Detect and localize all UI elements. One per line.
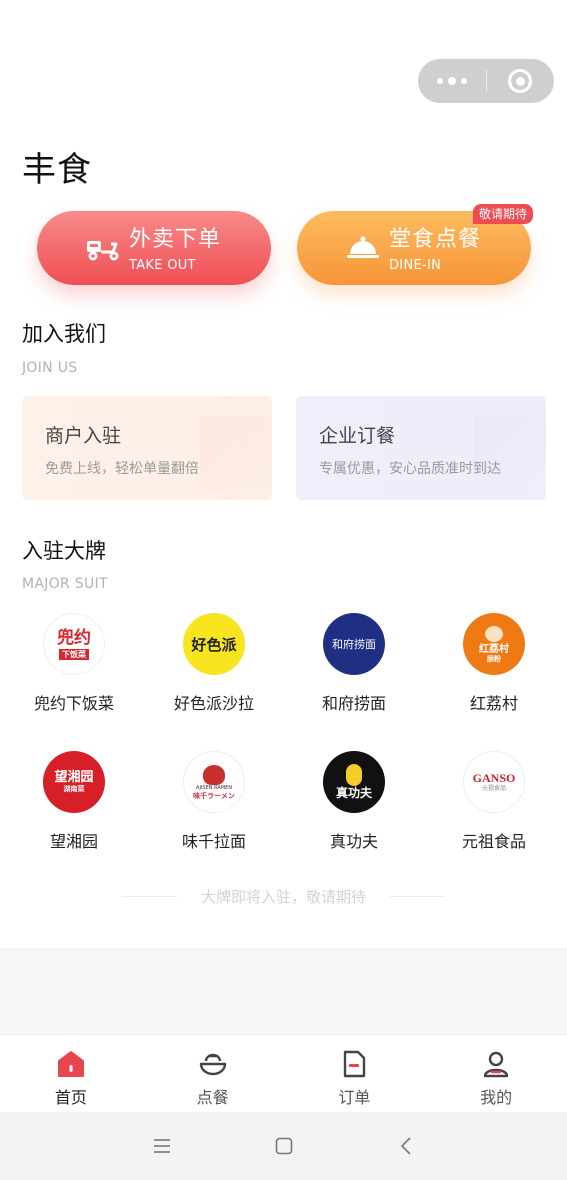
more-menu-button[interactable] <box>418 77 486 85</box>
square-icon <box>275 1137 292 1155</box>
card-decoration <box>200 416 272 490</box>
brand-logo: 兜约 下饭菜 <box>43 613 105 675</box>
merchant-card-title: 商户入驻 <box>45 425 122 447</box>
brand-logo: 好色派 <box>183 613 245 675</box>
brand-name: 兜约下饭菜 <box>33 694 114 713</box>
takeout-label: 外卖下单 <box>129 227 222 252</box>
user-icon <box>483 1051 509 1078</box>
brand-name: 味千拉面 <box>181 832 246 851</box>
tab-orders[interactable]: 订单 <box>284 1035 426 1112</box>
merchant-join-card[interactable]: 商户入驻 免费上线，轻松单量翻倍 <box>22 396 272 500</box>
brand-item[interactable]: 和府捞面 和府捞面 <box>284 613 424 714</box>
mascot-icon <box>203 764 225 785</box>
brand-name: 真功夫 <box>329 832 378 851</box>
brand-logo: GANSO 元祖食品 <box>463 751 525 813</box>
divider-line <box>121 896 177 897</box>
brand-item[interactable]: 兜约 下饭菜 兜约下饭菜 <box>4 613 144 714</box>
back-button[interactable] <box>395 1135 417 1157</box>
enterprise-order-card[interactable]: 企业订餐 专属优惠，安心品质准时到达 <box>296 396 546 500</box>
miniprogram-capsule <box>418 59 554 103</box>
tab-label: 首页 <box>54 1088 87 1107</box>
recent-apps-button[interactable] <box>151 1135 173 1157</box>
bowl-icon <box>199 1053 226 1076</box>
tab-label: 点餐 <box>196 1088 229 1107</box>
content-bottom-padding <box>0 948 567 1034</box>
footer-note-text: 大牌即将入驻，敬请期待 <box>200 888 366 906</box>
menu-icon <box>153 1139 170 1153</box>
scooter-icon <box>87 241 119 261</box>
brand-logo: 真功夫 <box>323 751 385 813</box>
brand-logo: 望湘园 湖南菜 <box>43 751 105 813</box>
dinein-label: 堂食点餐 <box>389 227 482 252</box>
brand-logo: 和府捞面 <box>323 613 385 675</box>
merchant-card-desc: 免费上线，轻松单量翻倍 <box>45 461 199 477</box>
system-navigation-bar <box>0 1112 567 1180</box>
join-section-subtitle: JOIN US <box>22 360 78 376</box>
enterprise-card-desc: 专属优惠，安心品质准时到达 <box>319 461 501 477</box>
takeout-button[interactable]: 外卖下单 TAKE OUT <box>37 211 271 285</box>
join-section-title: 加入我们 <box>22 322 106 346</box>
brand-name: 和府捞面 <box>321 694 386 713</box>
dinein-sublabel: DINE-IN <box>389 258 442 273</box>
brand-name: 好色派沙拉 <box>173 694 254 713</box>
brand-item[interactable]: AJISEN RAMEN 味千ラーメン 味千拉面 <box>144 751 284 852</box>
brand-item[interactable]: 真功夫 真功夫 <box>284 751 424 852</box>
tab-home[interactable]: 首页 <box>0 1035 142 1112</box>
tab-order-food[interactable]: 点餐 <box>142 1035 284 1112</box>
food-cloche-icon <box>347 236 379 258</box>
enterprise-card-title: 企业订餐 <box>319 425 396 447</box>
takeout-sublabel: TAKE OUT <box>129 258 196 273</box>
brands-section-subtitle: MAJOR SUIT <box>22 576 108 592</box>
chevron-left-icon <box>400 1137 411 1155</box>
kungfu-figure-icon <box>346 764 362 786</box>
brands-coming-soon-note: 大牌即将入驻，敬请期待 <box>0 886 567 907</box>
tab-label: 我的 <box>480 1088 513 1107</box>
brand-name: 元祖食品 <box>461 832 526 851</box>
brand-name: 红荔村 <box>469 694 518 713</box>
chef-face-icon <box>485 625 503 642</box>
brand-logo: 红荔村 肠粉 <box>463 613 525 675</box>
close-miniprogram-button[interactable] <box>487 69 555 93</box>
card-decoration <box>474 416 546 490</box>
brands-section-title: 入驻大牌 <box>22 539 106 563</box>
home-icon <box>57 1051 84 1077</box>
brand-item[interactable]: 望湘园 湖南菜 望湘园 <box>4 751 144 852</box>
brand-logo: AJISEN RAMEN 味千ラーメン <box>183 751 245 813</box>
bottom-tab-bar: 首页 点餐 订单 我的 <box>0 1034 567 1112</box>
order-document-icon <box>344 1050 366 1078</box>
coming-soon-badge: 敬请期待 <box>473 204 534 224</box>
brand-item[interactable]: 好色派 好色派沙拉 <box>144 613 284 714</box>
home-button[interactable] <box>273 1135 295 1157</box>
target-icon <box>508 69 533 93</box>
brand-name: 望湘园 <box>49 832 98 851</box>
brand-item[interactable]: GANSO 元祖食品 元祖食品 <box>424 751 564 852</box>
brand-item[interactable]: 红荔村 肠粉 红荔村 <box>424 613 564 714</box>
divider-line <box>390 896 445 897</box>
tab-label: 订单 <box>338 1088 371 1107</box>
tab-profile[interactable]: 我的 <box>425 1035 567 1112</box>
page-title: 丰食 <box>22 150 92 190</box>
